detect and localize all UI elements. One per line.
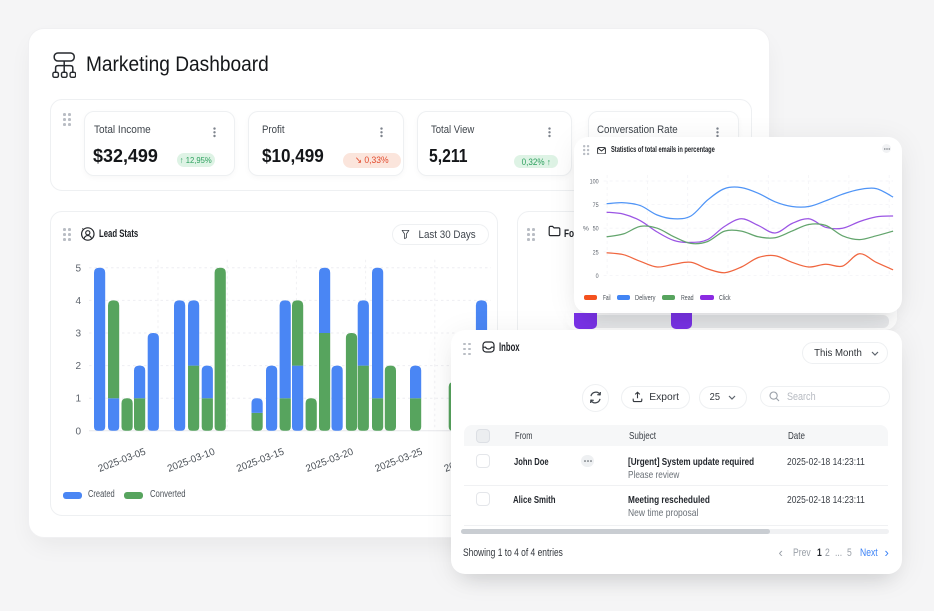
svg-text:1: 1	[75, 394, 81, 405]
svg-text:%: %	[583, 226, 589, 233]
svg-text:3: 3	[75, 329, 81, 340]
svg-text:2025-03-10: 2025-03-10	[166, 446, 217, 474]
svg-text:75: 75	[593, 202, 599, 209]
svg-text:4: 4	[75, 296, 81, 307]
svg-text:100: 100	[590, 178, 599, 185]
svg-text:5: 5	[75, 263, 81, 274]
svg-text:2025-03-05: 2025-03-05	[97, 446, 148, 474]
svg-text:25: 25	[593, 249, 599, 256]
svg-text:50: 50	[593, 226, 599, 233]
svg-text:2025-03-20: 2025-03-20	[304, 446, 355, 474]
svg-text:2025-03-15: 2025-03-15	[235, 446, 286, 474]
svg-text:0: 0	[75, 426, 81, 437]
svg-text:2025-03-25: 2025-03-25	[374, 446, 425, 474]
svg-text:0: 0	[596, 273, 599, 280]
svg-text:2: 2	[75, 361, 81, 372]
